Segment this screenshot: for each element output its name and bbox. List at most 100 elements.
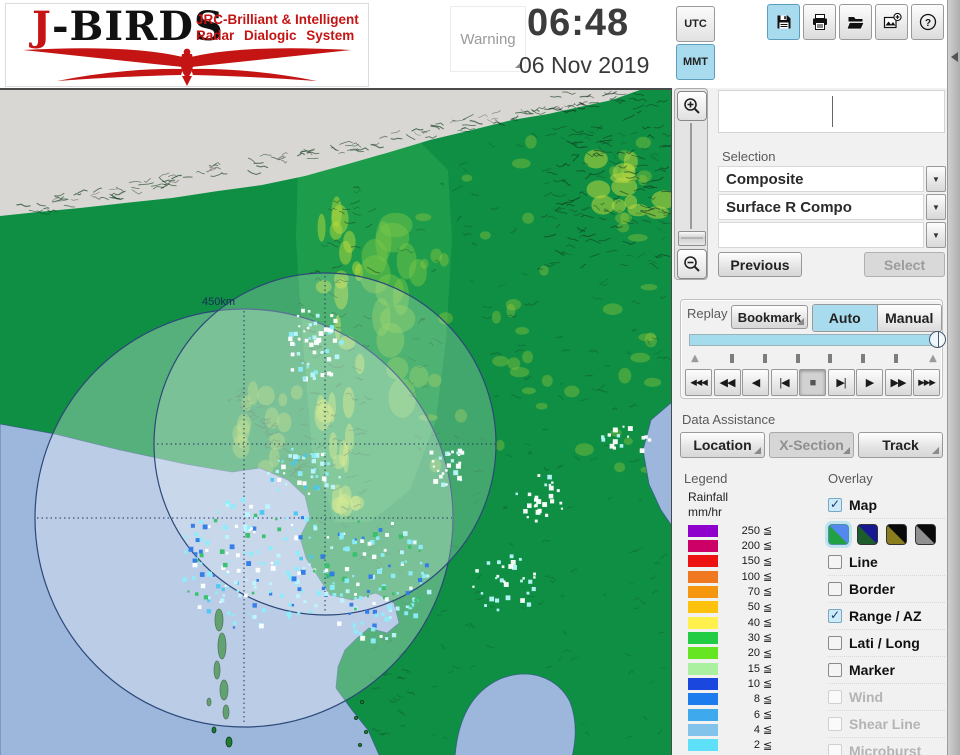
select-button[interactable]: Select (864, 252, 945, 277)
auto-button[interactable]: Auto (813, 305, 877, 331)
overlay-checkbox[interactable] (828, 636, 842, 650)
replay-slider-track[interactable] (689, 334, 939, 346)
utc-button[interactable]: UTC (676, 6, 715, 42)
overlay-checkbox[interactable] (828, 498, 842, 512)
text-caret (832, 96, 834, 127)
legend-row: 70 ≦ (688, 585, 772, 598)
overlay-checkbox[interactable] (828, 744, 842, 755)
zoom-in-button[interactable] (677, 91, 707, 121)
dropdown-arrow-button[interactable]: ▼ (926, 194, 946, 220)
legend-row: 50 ≦ (688, 601, 772, 614)
step-to-end-button[interactable]: ▶| (828, 369, 855, 396)
map-style-swatch[interactable] (828, 524, 849, 545)
previous-button[interactable]: Previous (718, 252, 802, 277)
overlay-item-label: Marker (849, 662, 895, 678)
location-button[interactable]: Location (680, 432, 765, 458)
legend-color-swatch (688, 540, 718, 552)
legend-suffix: ≦ (763, 524, 772, 537)
zoom-slider-thumb[interactable] (678, 231, 706, 246)
dropdown-value[interactable]: Surface R Compo (718, 194, 924, 220)
selection-label: Selection (722, 149, 775, 164)
overlay-item-label: Map (849, 497, 877, 513)
overlay-checkbox[interactable] (828, 717, 842, 731)
rewind-button[interactable]: ◀◀ (714, 369, 741, 396)
map-style-swatch[interactable] (915, 524, 936, 545)
help-button[interactable]: ? (911, 4, 944, 40)
overlay-row-shear-line: Shear Line (828, 710, 945, 737)
legend-suffix: ≦ (763, 677, 772, 690)
tick-mark (894, 354, 898, 363)
save-button[interactable] (767, 4, 800, 40)
print-button[interactable] (803, 4, 836, 40)
dropdown-arrow-button[interactable]: ▼ (926, 166, 946, 192)
zoom-out-button[interactable] (677, 249, 707, 279)
selection-dropdown-row: ▼ (718, 222, 946, 248)
radar-map[interactable]: 450km (0, 88, 672, 755)
play-reverse-button[interactable]: ◀ (742, 369, 769, 396)
legend-value: 6 (726, 709, 760, 721)
dropdown-value[interactable]: Composite (718, 166, 924, 192)
save-icon (774, 12, 794, 32)
overlay-checkbox[interactable] (828, 555, 842, 569)
stop-button[interactable]: ■ (799, 369, 826, 396)
rewind-fastest-button[interactable]: ◀◀◀ (685, 369, 712, 396)
legend-suffix: ≦ (763, 570, 772, 583)
track-button[interactable]: Track (858, 432, 943, 458)
legend-value: 150 (726, 555, 760, 567)
tick-end-triangle: ▲ (927, 353, 939, 363)
overlay-checkbox[interactable] (828, 663, 842, 677)
bookmark-button[interactable]: Bookmark (731, 305, 808, 329)
overlay-checkbox[interactable] (828, 582, 842, 596)
selection-dropdowns: Composite ▼ Surface R Compo ▼ ▼ (718, 166, 946, 250)
legend-row: 4 ≦ (688, 723, 772, 736)
playback-controls: ◀◀◀◀◀◀|◀■▶|▶▶▶▶▶▶ (685, 369, 940, 396)
overlay-row-marker[interactable]: Marker (828, 656, 945, 683)
add-image-button[interactable] (875, 4, 908, 40)
playback-icon: ▶| (836, 376, 845, 389)
overlay-row-line[interactable]: Line (828, 549, 945, 575)
step-to-start-button[interactable]: |◀ (771, 369, 798, 396)
overlay-checkbox[interactable] (828, 690, 842, 704)
map-style-swatch[interactable] (886, 524, 907, 545)
legend-value: 2 (726, 739, 760, 751)
overlay-row-border[interactable]: Border (828, 575, 945, 602)
replay-slider-thumb[interactable] (929, 331, 946, 348)
logo-title-j: J (32, 3, 52, 50)
open-folder-button[interactable] (839, 4, 872, 40)
manual-button[interactable]: Manual (877, 305, 942, 331)
forward-button[interactable]: ▶▶ (885, 369, 912, 396)
warning-button[interactable]: Warning (450, 6, 526, 72)
svg-text:?: ? (924, 18, 930, 29)
tick-start-triangle: ▲ (689, 353, 701, 363)
overlay-row-map[interactable]: Map (828, 492, 945, 518)
zoom-slider-track[interactable] (690, 123, 692, 229)
legend-row: 20 ≦ (688, 647, 772, 660)
overlay-row-lati-long[interactable]: Lati / Long (828, 629, 945, 656)
legend-value: 40 (726, 617, 760, 629)
station-input[interactable] (718, 90, 945, 133)
legend-color-swatch (688, 617, 718, 629)
map-zoom-control (674, 88, 708, 280)
forward-fastest-button[interactable]: ▶▶▶ (913, 369, 940, 396)
dropdown-value[interactable] (718, 222, 924, 248)
legend-row: 40 ≦ (688, 616, 772, 629)
legend-suffix: ≦ (763, 616, 772, 629)
tick-mark (861, 354, 865, 363)
replay-mode-switch: Auto Manual (812, 304, 942, 332)
dropdown-arrow-button[interactable]: ▼ (926, 222, 946, 248)
overlay-row-range-az[interactable]: Range / AZ (828, 602, 945, 629)
legend-suffix: ≦ (763, 631, 772, 644)
panel-collapse-strip[interactable] (947, 0, 960, 755)
toolbar: ? (767, 4, 944, 40)
legend-color-swatch (688, 555, 718, 567)
overlay-checkbox[interactable] (828, 609, 842, 623)
legend-row: 250 ≦ (688, 524, 772, 537)
mmt-button[interactable]: MMT (676, 44, 715, 80)
legend-value: 10 (726, 678, 760, 690)
tick-mark (796, 354, 800, 363)
play-button[interactable]: ▶ (856, 369, 883, 396)
x-section-button[interactable]: X-Section (769, 432, 854, 458)
legend-color-swatch (688, 724, 718, 736)
map-style-swatch[interactable] (857, 524, 878, 545)
legend-color-swatch (688, 571, 718, 583)
